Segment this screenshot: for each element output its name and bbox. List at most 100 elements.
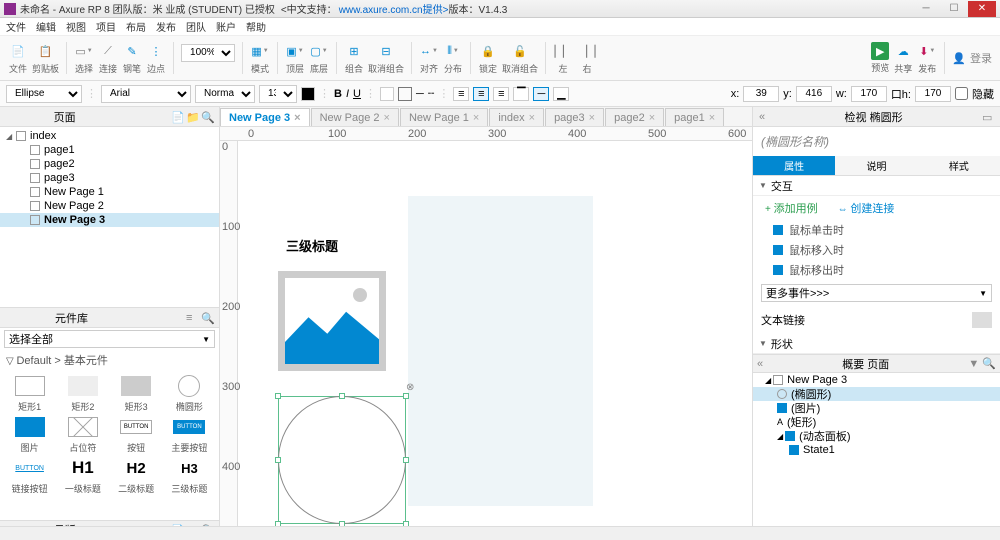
tree-item[interactable]: page2 (0, 157, 219, 171)
menu-file[interactable]: 文件 (6, 19, 26, 34)
y-input[interactable] (796, 86, 832, 102)
tab[interactable]: index× (489, 108, 544, 126)
text-align-right[interactable]: ≡ (493, 87, 509, 101)
lib-group-title[interactable]: ▽ Default > 基本元件 (0, 350, 219, 370)
close-button[interactable]: ✕ (968, 1, 996, 17)
mode-btn[interactable]: ▦▼模式 (250, 41, 270, 75)
outline-item-selected[interactable]: (椭圆形) (753, 387, 1000, 401)
add-folder-icon[interactable]: 📁 (186, 111, 198, 123)
tab[interactable]: New Page 2× (311, 108, 399, 126)
fontsize-select[interactable]: 13 (259, 85, 297, 103)
widget-rect3[interactable]: 矩形3 (111, 374, 162, 413)
outline-item[interactable]: (图片) (753, 401, 1000, 415)
line-style[interactable]: ╌ (428, 87, 435, 100)
font-select[interactable]: Arial (101, 85, 191, 103)
h-input[interactable] (915, 86, 951, 102)
w-input[interactable] (851, 86, 887, 102)
lib-search-icon[interactable]: 🔍 (201, 312, 213, 324)
widget-rect1[interactable]: 矩形1 (4, 374, 55, 413)
select-tool[interactable]: ▭▼选择 (74, 41, 94, 75)
lib-menu-icon[interactable]: ≡ (186, 312, 198, 324)
points-tool[interactable]: ⋮边点 (146, 41, 166, 75)
tab[interactable]: page2× (605, 108, 664, 126)
hidden-checkbox[interactable] (955, 87, 968, 100)
textlink-button[interactable] (972, 312, 992, 328)
tree-item[interactable]: New Page 1 (0, 185, 219, 199)
lock-btn[interactable]: 🔒锁定 (478, 41, 498, 75)
interaction-section[interactable]: ▼交互 (753, 176, 1000, 196)
shape-section[interactable]: ▼形状 (753, 334, 1000, 354)
create-link[interactable]: ⇔ 创建连接 (838, 200, 895, 216)
widget-placeholder[interactable]: 占位符 (57, 415, 108, 454)
zoom-select[interactable]: 100% (181, 44, 235, 73)
valign-bot[interactable]: ▁ (553, 87, 569, 101)
widget-h1[interactable]: H1一级标题 (57, 456, 108, 495)
line-color[interactable] (398, 87, 412, 101)
login-button[interactable]: 👤登录 (952, 50, 992, 66)
weight-select[interactable]: Normal (195, 85, 255, 103)
maximize-button[interactable]: ☐ (940, 1, 968, 17)
outline-item[interactable]: State1 (753, 443, 1000, 457)
canvas[interactable]: 0 100 200 300 400 三级标题 ⊗ (220, 141, 752, 540)
outline-root[interactable]: ◢New Page 3 (753, 373, 1000, 387)
heading-widget[interactable]: 三级标题 (286, 236, 338, 255)
tab-active[interactable]: New Page 3× (220, 108, 310, 126)
send-back-btn[interactable]: ▢▼底层 (309, 41, 329, 75)
more-events-select[interactable]: 更多事件>>>▼ (761, 284, 992, 302)
align-right-btn[interactable]: ▕▕右 (577, 41, 597, 75)
group-btn[interactable]: ⊞组合 (344, 41, 364, 75)
ungroup-btn[interactable]: ⊟取消组合 (368, 41, 404, 75)
widget-h3[interactable]: H3三级标题 (164, 456, 215, 495)
fill-color[interactable] (380, 87, 394, 101)
align-btn[interactable]: ↔▼对齐 (419, 41, 439, 75)
shape-select[interactable]: Ellipse (6, 85, 82, 103)
inspector-menu-icon[interactable]: ▭ (982, 111, 994, 123)
tree-item[interactable]: page1 (0, 143, 219, 157)
x-input[interactable] (743, 86, 779, 102)
menu-help[interactable]: 帮助 (246, 19, 266, 34)
line-weight[interactable]: ─ (416, 88, 424, 100)
menu-view[interactable]: 视图 (66, 19, 86, 34)
widget-button[interactable]: BUTTON按钮 (111, 415, 162, 454)
underline-btn[interactable]: U (353, 88, 361, 100)
tree-item[interactable]: page3 (0, 171, 219, 185)
tab[interactable]: New Page 1× (400, 108, 488, 126)
share-btn[interactable]: ☁共享 (893, 41, 913, 75)
support-link[interactable]: www.axure.com.cn提供> (339, 1, 449, 16)
lib-select-all[interactable]: 选择全部▼ (4, 330, 215, 348)
preview-btn[interactable]: ▶预览 (871, 42, 889, 74)
tree-item[interactable]: New Page 2 (0, 199, 219, 213)
event-mouseleave[interactable]: 鼠标移出时 (753, 260, 1000, 280)
menu-edit[interactable]: 编辑 (36, 19, 56, 34)
menu-arrange[interactable]: 布局 (126, 19, 146, 34)
align-left-btn[interactable]: ▏▏左 (553, 41, 573, 75)
widget-primary-button[interactable]: BUTTON主要按钮 (164, 415, 215, 454)
menu-team[interactable]: 团队 (186, 19, 206, 34)
connect-tool[interactable]: ⟋连接 (98, 41, 118, 75)
publish-btn[interactable]: ⬇▼发布 (917, 41, 937, 75)
valign-mid[interactable]: ─ (533, 87, 549, 101)
tab-properties[interactable]: 属性 (753, 156, 835, 175)
file-group[interactable]: 📄文件 (8, 41, 28, 75)
add-page-icon[interactable]: 📄 (171, 111, 183, 123)
shape-name-field[interactable]: (椭圆形名称) (753, 127, 1000, 156)
add-case-link[interactable]: + 添加用例 (765, 200, 818, 216)
tab-style[interactable]: 样式 (918, 156, 1000, 175)
text-align-center[interactable]: ≡ (473, 87, 489, 101)
unlock-btn[interactable]: 🔓取消组合 (502, 41, 538, 75)
minimize-button[interactable]: ─ (912, 1, 940, 17)
menu-publish[interactable]: 发布 (156, 19, 176, 34)
event-click[interactable]: 鼠标单击时 (753, 220, 1000, 240)
dynamic-panel-widget[interactable] (408, 196, 593, 506)
menu-project[interactable]: 项目 (96, 19, 116, 34)
clipboard-group[interactable]: 📋剪贴板 (32, 41, 59, 75)
widget-h2[interactable]: H2二级标题 (111, 456, 162, 495)
event-mouseenter[interactable]: 鼠标移入时 (753, 240, 1000, 260)
tab[interactable]: page1× (665, 108, 724, 126)
bring-front-btn[interactable]: ▣▼顶层 (285, 41, 305, 75)
widget-link-button[interactable]: BUTTON链接按钮 (4, 456, 55, 495)
widget-ellipse[interactable]: 椭圆形 (164, 374, 215, 413)
menu-account[interactable]: 账户 (216, 19, 236, 34)
tab[interactable]: page3× (545, 108, 604, 126)
text-align-left[interactable]: ≡ (453, 87, 469, 101)
